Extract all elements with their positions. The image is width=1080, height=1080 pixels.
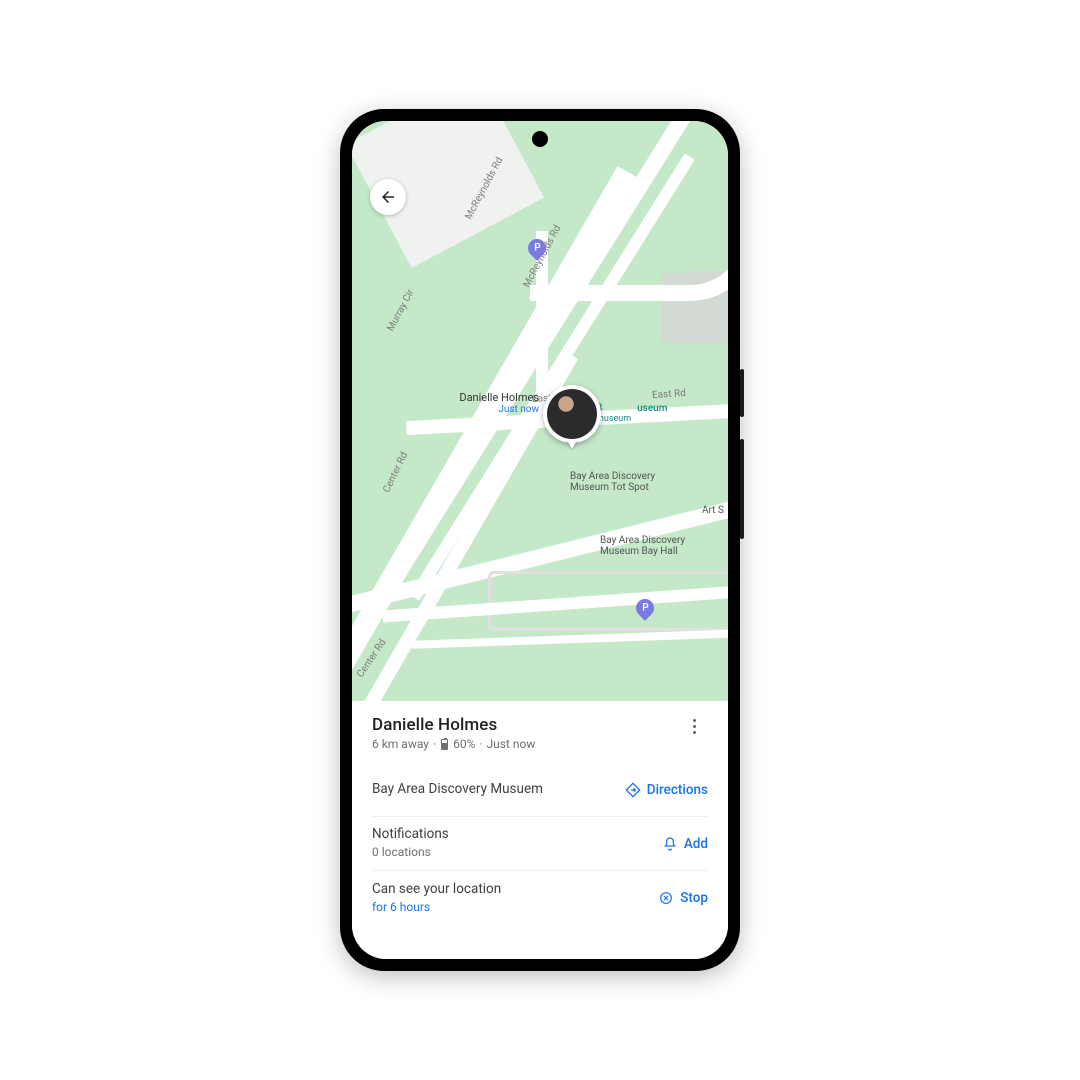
directions-button[interactable]: Directions: [625, 782, 708, 798]
location-row: Bay Area Discovery Musuem Directions: [372, 763, 708, 817]
notifications-subtitle: 0 locations: [372, 844, 449, 861]
dots-vertical-icon: [693, 719, 696, 722]
poi-bay-hall[interactable]: Bay Area DiscoveryMuseum Bay Hall: [600, 535, 685, 557]
add-notification-button[interactable]: Add: [662, 836, 708, 852]
directions-label: Directions: [647, 782, 708, 798]
hw-button-1: [740, 369, 744, 417]
person-card: Danielle Holmes 6 km away · 60% · Just n…: [352, 701, 728, 959]
map-canvas[interactable]: McReynolds Rd McReynolds Rd Murray Cir C…: [352, 121, 728, 705]
sharing-title: Can see your location: [372, 881, 501, 897]
screen: McReynolds Rd McReynolds Rd Murray Cir C…: [352, 121, 728, 959]
bell-add-icon: [662, 836, 678, 852]
stop-sharing-button[interactable]: Stop: [658, 890, 708, 906]
poi-museum[interactable]: B useum museum: [596, 403, 667, 425]
distance-text: 6 km away: [372, 737, 429, 751]
marker-time: Just now: [459, 404, 539, 415]
road-label-east: East Rd: [652, 388, 687, 401]
poi-subtext: museum: [596, 414, 667, 425]
overflow-menu-button[interactable]: [680, 715, 708, 734]
marker-name: Danielle Holmes: [459, 391, 539, 404]
notifications-title: Notifications: [372, 826, 449, 842]
person-location-marker[interactable]: Danielle Holmes Just now: [543, 385, 601, 443]
card-name: Danielle Holmes: [372, 715, 680, 735]
battery-text: 60%: [453, 737, 475, 751]
road-label-murray: Murray Cir: [385, 288, 416, 334]
add-label: Add: [684, 836, 708, 852]
avatar-icon: [547, 389, 597, 439]
circle-x-icon: [658, 890, 674, 906]
camera-punch-hole: [532, 131, 548, 147]
arrow-left-icon: [379, 188, 397, 206]
notifications-row: Notifications 0 locations Add: [372, 817, 708, 871]
poi-art-s[interactable]: Art S: [702, 505, 724, 516]
sharing-subtitle[interactable]: for 6 hours: [372, 899, 501, 916]
marker-pointer-icon: [566, 439, 578, 449]
card-subtitle: 6 km away · 60% · Just now: [372, 737, 680, 751]
back-button[interactable]: [370, 179, 406, 215]
updated-text: Just now: [487, 737, 536, 751]
location-title: Bay Area Discovery Musuem: [372, 781, 543, 798]
sharing-row: Can see your location for 6 hours Stop: [372, 871, 708, 925]
road-label-center: Center Rd: [381, 450, 410, 494]
phone-frame: McReynolds Rd McReynolds Rd Murray Cir C…: [340, 109, 740, 971]
poi-tot-spot[interactable]: Bay Area DiscoveryMuseum Tot Spot: [570, 471, 655, 493]
hw-button-2: [740, 439, 744, 539]
marker-caption: Danielle Holmes Just now: [459, 391, 539, 415]
directions-icon: [625, 782, 641, 798]
poi-text: useum: [637, 403, 667, 414]
stop-label: Stop: [680, 890, 708, 906]
battery-icon: [441, 739, 448, 750]
